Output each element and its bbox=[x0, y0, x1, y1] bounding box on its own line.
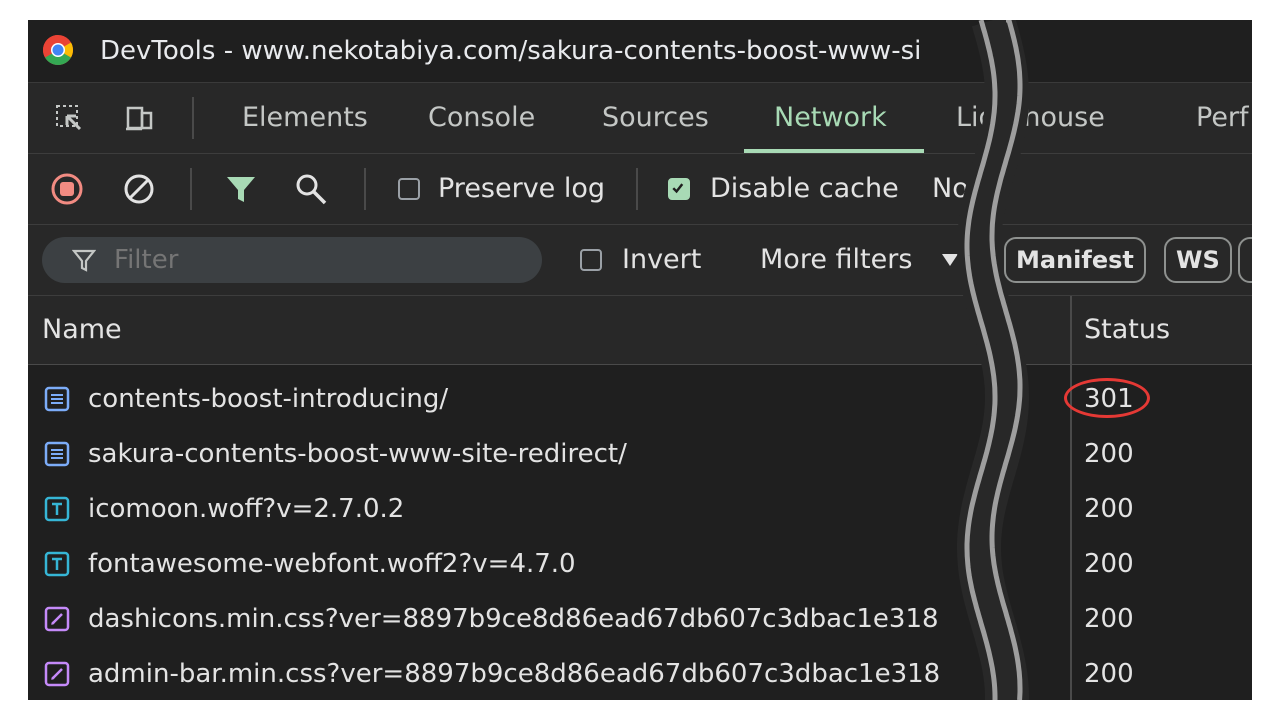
devtools-window: DevTools - www.nekotabiya.com/sakura-con… bbox=[28, 20, 1252, 700]
cut-wave-marks bbox=[957, 20, 1029, 700]
